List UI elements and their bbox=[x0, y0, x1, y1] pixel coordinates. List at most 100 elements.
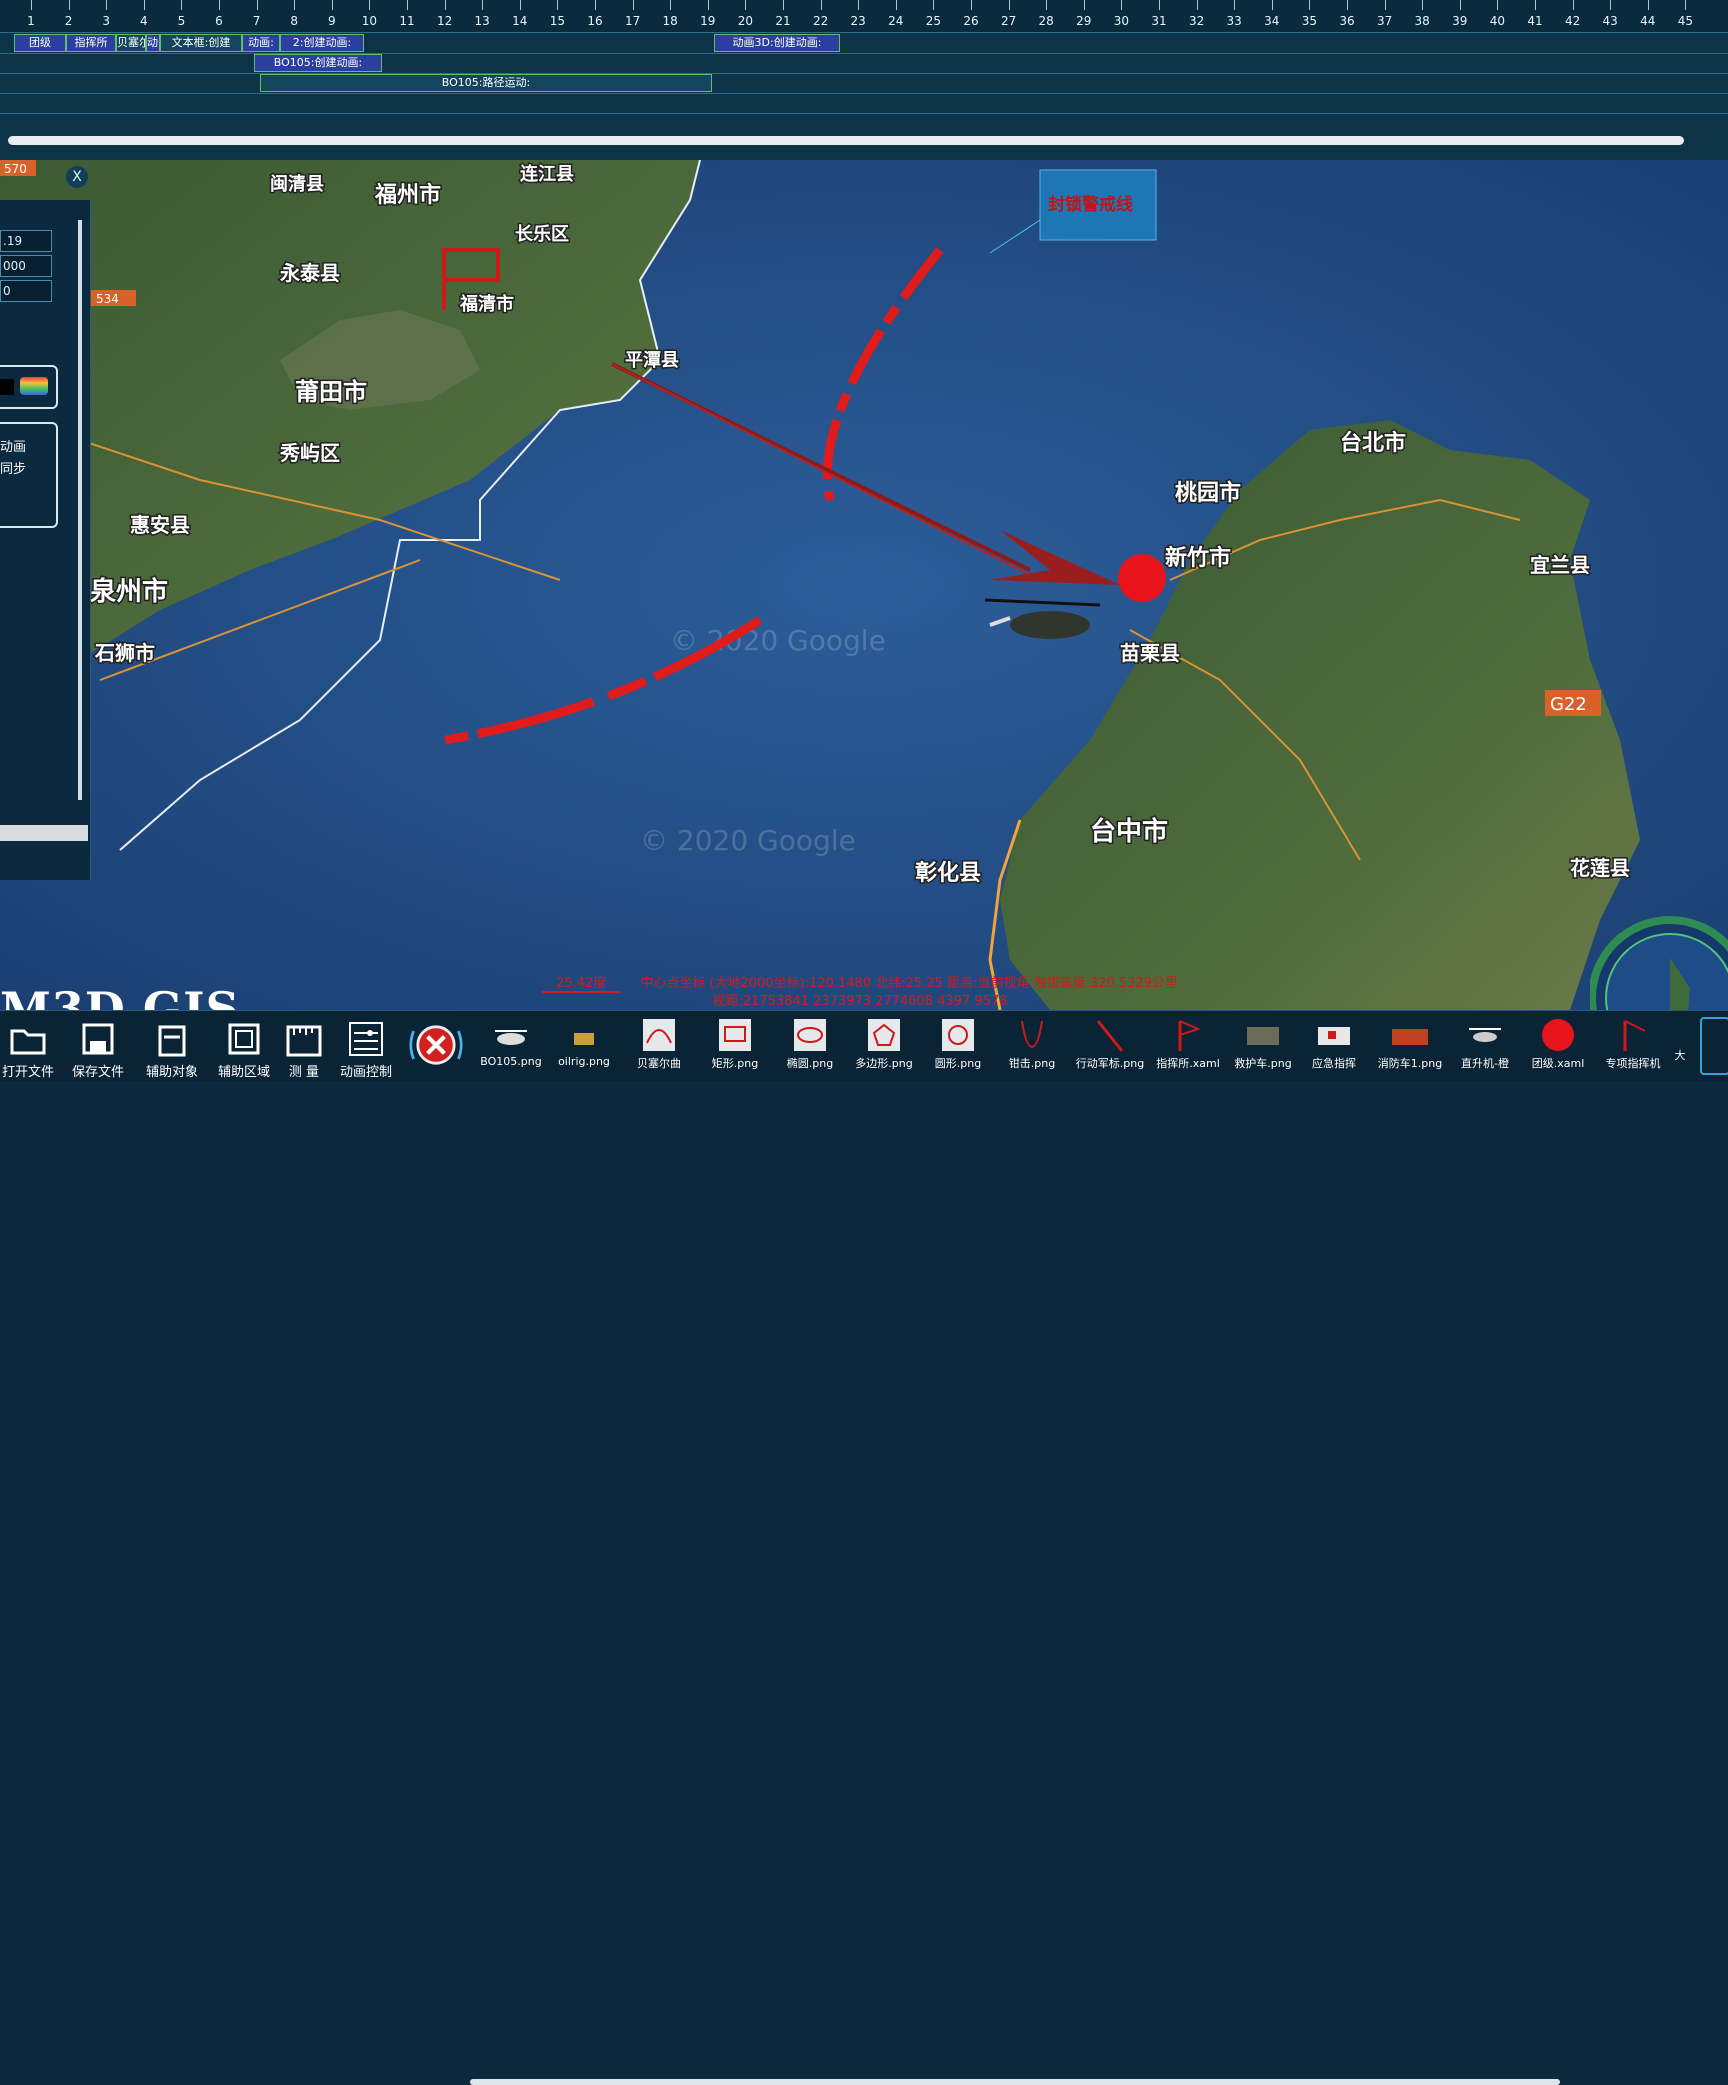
animation-control-button[interactable]: 动画控制 bbox=[334, 1013, 398, 1080]
polygon-icon bbox=[868, 1019, 900, 1051]
tick-label: 18 bbox=[662, 14, 678, 28]
tick-label: 3 bbox=[102, 14, 111, 28]
timeline-clip[interactable]: BO105:创建动画: bbox=[254, 54, 382, 72]
tick-label: 7 bbox=[252, 14, 261, 28]
asset-item[interactable]: 专项指挥机 bbox=[1598, 1013, 1668, 1079]
animation-timeline[interactable]: 1 2 3 4 5 6 7 8 9 10 11 12 13 14 15 16 17 18 19 20 21 22 23 24 2… bbox=[0, 0, 1728, 160]
asset-item[interactable]: 团级.xaml bbox=[1524, 1013, 1592, 1079]
map-canvas[interactable]: © 2020 Google © 2020 Google 闽清县 福州市 连江县 … bbox=[0, 160, 1728, 1010]
timeline-clip[interactable]: 贝塞尔 bbox=[116, 34, 146, 52]
asset-scrollbar[interactable] bbox=[470, 2079, 1560, 2085]
scroll-right-button[interactable] bbox=[1700, 1017, 1728, 1075]
property-field[interactable]: 0 bbox=[0, 280, 52, 302]
tick-mark bbox=[1685, 0, 1687, 10]
asset-label: 消防车1.png bbox=[1377, 1057, 1443, 1070]
circle-icon bbox=[942, 1019, 974, 1051]
tick-label: 1 bbox=[27, 14, 35, 28]
property-field[interactable]: 000 bbox=[0, 255, 52, 277]
asset-label: 救护车.png bbox=[1234, 1057, 1292, 1070]
tick-label: 33 bbox=[1226, 14, 1242, 28]
option-animation[interactable]: 动画 bbox=[0, 436, 26, 455]
tick-mark bbox=[444, 0, 446, 10]
asset-item[interactable]: 直升机-橙 bbox=[1450, 1013, 1520, 1079]
asset-label: 大 bbox=[1674, 1049, 1686, 1062]
color-picker[interactable] bbox=[0, 365, 58, 409]
tick-mark bbox=[557, 0, 559, 10]
timeline-ruler[interactable]: 1 2 3 4 5 6 7 8 9 10 11 12 13 14 15 16 17 18 19 20 21 22 23 24 2… bbox=[0, 0, 1728, 33]
timeline-clip[interactable]: 指挥所 bbox=[66, 34, 116, 52]
option-sync[interactable]: 同步 bbox=[0, 458, 26, 477]
stop-broadcast-button[interactable] bbox=[404, 1013, 468, 1079]
asset-item[interactable]: 钳击.png bbox=[998, 1013, 1066, 1079]
panel-scrollbar[interactable] bbox=[78, 220, 82, 800]
timeline-track-2[interactable]: BO105:创建动画: bbox=[0, 52, 1728, 74]
compass-widget[interactable] bbox=[1590, 908, 1728, 1010]
aux-area-button[interactable]: 辅助区域 bbox=[212, 1013, 276, 1080]
asset-item[interactable]: 消防车1.png bbox=[1372, 1013, 1448, 1079]
tick-mark bbox=[369, 0, 371, 10]
tick-label: 30 bbox=[1113, 14, 1130, 28]
tick-label: 26 bbox=[963, 14, 979, 28]
save-file-button[interactable]: 保存文件 bbox=[66, 1013, 130, 1080]
tick-mark bbox=[895, 0, 897, 10]
tick-label: 38 bbox=[1414, 14, 1430, 28]
color-swatch[interactable] bbox=[0, 379, 14, 395]
tick-label: 27 bbox=[1000, 14, 1017, 28]
tick-mark bbox=[858, 0, 860, 10]
timeline-clip[interactable]: 动画: bbox=[146, 34, 160, 52]
panel-hscroll[interactable] bbox=[0, 825, 88, 841]
city-label: 平潭县 bbox=[625, 350, 679, 371]
asset-item[interactable]: 椭圆.png bbox=[776, 1013, 844, 1079]
timeline-clip[interactable]: 动画3D:创建动画: bbox=[714, 34, 840, 52]
action-symbol-icon bbox=[1096, 1020, 1124, 1052]
timeline-track-1[interactable]: 团级 指挥所 贝塞尔 动画: 文本框:创建 动画: 2:创建动画: 动画3D:创… bbox=[0, 32, 1728, 54]
timeline-clip[interactable]: 动画: bbox=[242, 34, 280, 52]
asset-item[interactable]: oilrig.png bbox=[550, 1013, 618, 1079]
object-icon bbox=[158, 1025, 186, 1057]
city-label: 连江县 bbox=[520, 163, 574, 185]
asset-item[interactable]: 行动军标.png bbox=[1070, 1013, 1150, 1079]
city-label: 泉州市 bbox=[90, 576, 168, 607]
asset-label: oilrig.png bbox=[558, 1055, 610, 1068]
gradient-swatch[interactable] bbox=[20, 377, 48, 395]
map-view[interactable]: © 2020 Google © 2020 Google 闽清县 福州市 连江县 … bbox=[0, 160, 1728, 1010]
timeline-scrollbar[interactable] bbox=[8, 136, 1684, 145]
timeline-clip[interactable]: 2:创建动画: bbox=[280, 34, 364, 52]
asset-label: BO105.png bbox=[480, 1055, 542, 1068]
tick-label: 9 bbox=[327, 14, 336, 28]
button-label: 测 量 bbox=[288, 1065, 320, 1080]
measure-button[interactable]: 测 量 bbox=[280, 1013, 328, 1080]
city-label: 台北市 bbox=[1340, 430, 1406, 456]
asset-item[interactable]: 矩形.png bbox=[700, 1013, 770, 1079]
map-watermark: © 2020 Google bbox=[640, 824, 856, 857]
properties-panel[interactable]: .19 000 0 动画 同步 bbox=[0, 200, 91, 880]
target-marker[interactable] bbox=[1118, 554, 1166, 602]
timeline-clip[interactable]: BO105:路径运动: bbox=[260, 74, 712, 92]
timeline-track-3[interactable]: BO105:路径运动: bbox=[0, 72, 1728, 94]
tick-label: 41 bbox=[1527, 14, 1543, 28]
close-icon[interactable]: X bbox=[66, 166, 88, 188]
tick-label: 11 bbox=[399, 14, 415, 28]
asset-label: 矩形.png bbox=[711, 1057, 759, 1070]
city-label: 莆田市 bbox=[295, 378, 367, 406]
asset-item[interactable]: 救护车.png bbox=[1228, 1013, 1298, 1079]
helicopter-icon bbox=[1469, 1028, 1501, 1042]
asset-item[interactable]: 指挥所.xaml bbox=[1152, 1013, 1224, 1079]
aux-object-button[interactable]: 辅助对象 bbox=[140, 1013, 204, 1080]
property-field[interactable]: .19 bbox=[0, 230, 52, 252]
asset-item[interactable]: 圆形.png bbox=[924, 1013, 992, 1079]
tick-mark bbox=[482, 0, 484, 10]
asset-item[interactable]: BO105.png bbox=[476, 1013, 546, 1079]
regiment-icon bbox=[1542, 1019, 1574, 1051]
tick-label: 17 bbox=[624, 14, 641, 28]
timeline-clip[interactable]: 文本框:创建 bbox=[160, 34, 242, 52]
asset-item[interactable]: 多边形.png bbox=[848, 1013, 920, 1079]
timeline-track-4[interactable] bbox=[0, 92, 1728, 114]
asset-item[interactable]: 应急指挥 bbox=[1300, 1013, 1368, 1079]
timeline-clip[interactable]: 团级 bbox=[14, 34, 66, 52]
asset-item[interactable]: 贝塞尔曲 bbox=[624, 1013, 694, 1079]
area-icon bbox=[228, 1023, 260, 1055]
open-file-button[interactable]: 打开文件 bbox=[0, 1013, 56, 1080]
tick-label: 25 bbox=[925, 14, 942, 28]
asset-item[interactable]: 大 bbox=[1670, 1013, 1690, 1079]
